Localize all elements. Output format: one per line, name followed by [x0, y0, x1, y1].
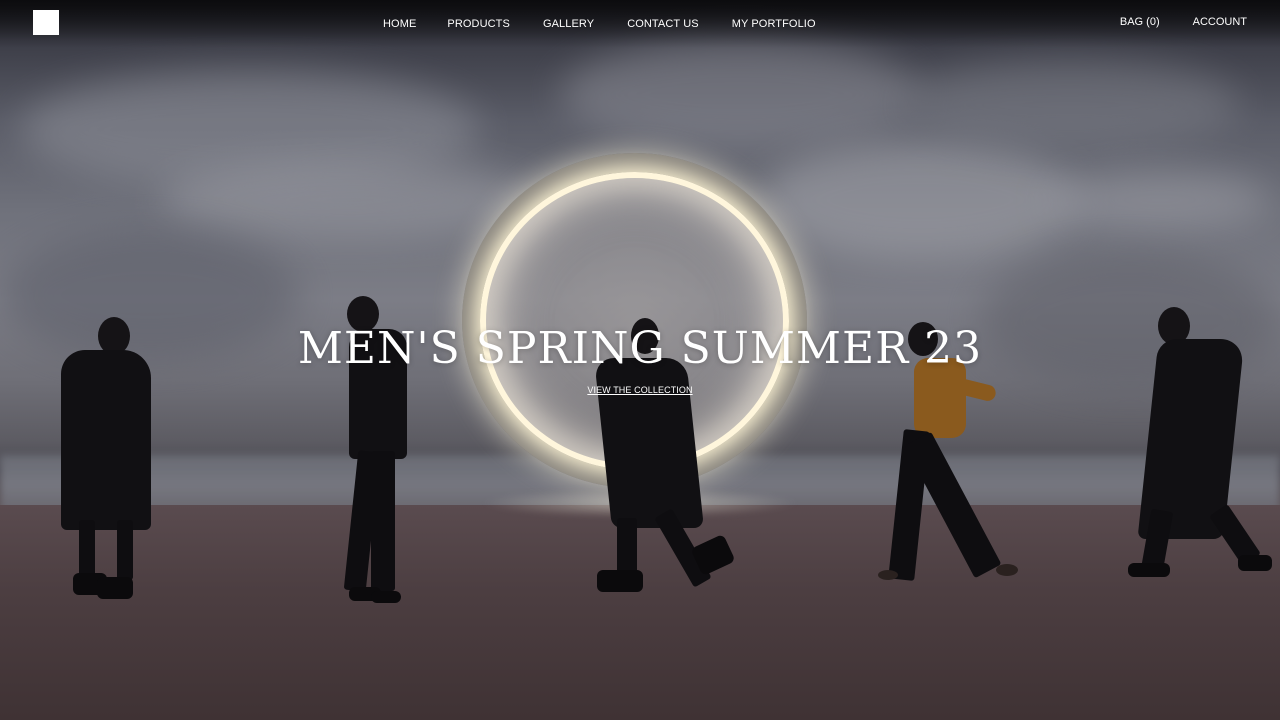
hero-cta-container: VIEW THE COLLECTION	[0, 380, 1280, 398]
cloud	[1050, 170, 1270, 230]
nav-item-gallery[interactable]: GALLERY	[543, 18, 594, 31]
hero-headline: MEN'S SPRING SUMMER 23	[297, 323, 983, 374]
cloud	[560, 40, 920, 150]
nav-item-products[interactable]: PRODUCTS	[447, 18, 510, 31]
bag-link[interactable]: BAG (0)	[1120, 16, 1160, 29]
cloud	[760, 140, 1080, 260]
main-navigation: HOME PRODUCTS GALLERY CONTACT US MY PORT…	[383, 18, 816, 31]
cloud	[160, 160, 540, 240]
nav-item-my-portfolio[interactable]: MY PORTFOLIO	[732, 18, 816, 31]
cloud	[900, 60, 1240, 150]
account-link[interactable]: ACCOUNT	[1193, 16, 1247, 29]
nav-item-home[interactable]: HOME	[383, 18, 416, 31]
view-collection-link[interactable]: VIEW THE COLLECTION	[587, 385, 692, 395]
utility-navigation: BAG (0) ACCOUNT	[1120, 16, 1247, 29]
nav-item-contact-us[interactable]: CONTACT US	[627, 18, 699, 31]
top-navigation-bar: HOME PRODUCTS GALLERY CONTACT US MY PORT…	[0, 0, 1280, 48]
brand-logo[interactable]	[33, 10, 59, 35]
